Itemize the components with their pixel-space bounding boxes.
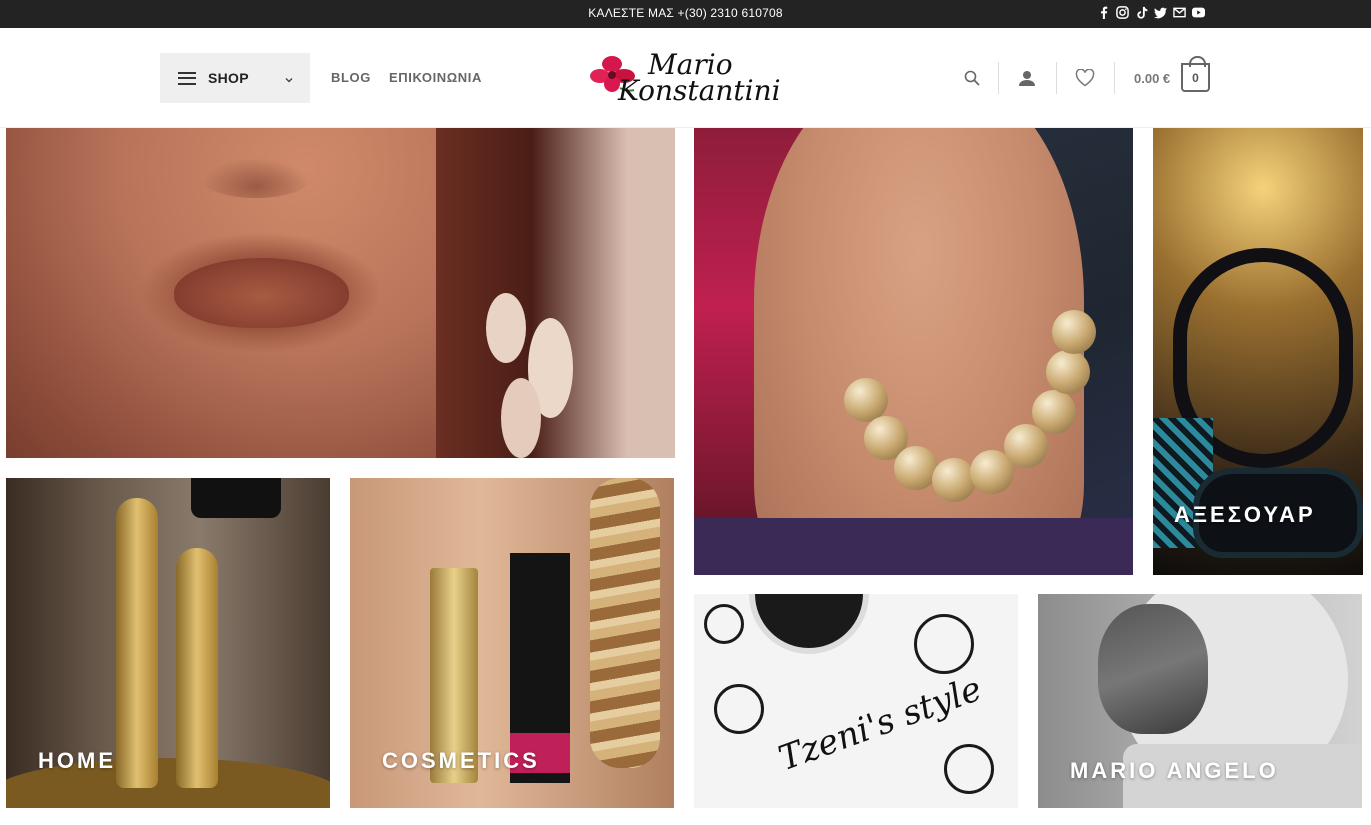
cart-total[interactable]: 0.00 € — [1134, 71, 1170, 86]
twitter-icon[interactable] — [1154, 5, 1167, 20]
nav-contact[interactable]: ΕΠΙΚΟΙΝΩΝΙΑ — [389, 70, 482, 85]
category-cosmetics-tile[interactable]: COSMETICS — [350, 478, 674, 808]
top-bar: ΚΑΛΕΣΤΕ ΜΑΣ +(30) 2310 610708 — [0, 0, 1371, 28]
header-divider — [998, 62, 999, 94]
tiktok-icon[interactable] — [1135, 5, 1148, 20]
header-divider — [1114, 62, 1115, 94]
brand-badge — [749, 594, 869, 654]
banner-earrings-image[interactable] — [6, 128, 675, 458]
brand-mario-angelo-label: MARIO ANGELO — [1070, 758, 1279, 783]
logo-text-konstantini: Konstantini — [618, 74, 781, 107]
cart-count: 0 — [1192, 70, 1199, 85]
hamburger-icon — [178, 71, 196, 85]
category-home-label: HOME — [38, 748, 116, 773]
cart-icon[interactable]: 0 — [1181, 56, 1210, 92]
envelope-icon[interactable] — [1173, 5, 1186, 20]
user-account-icon[interactable] — [1017, 68, 1037, 88]
youtube-icon[interactable] — [1192, 5, 1205, 20]
header-divider — [1056, 62, 1057, 94]
shop-label: SHOP — [208, 70, 249, 86]
instagram-icon[interactable] — [1116, 5, 1129, 20]
shop-menu-button[interactable]: SHOP — [160, 53, 310, 103]
social-icons — [1097, 5, 1205, 20]
banner-necklace-image[interactable] — [694, 128, 1133, 575]
search-icon[interactable] — [962, 68, 982, 88]
site-header: SHOP BLOG ΕΠΙΚΟΙΝΩΝΙΑ Mario Konstantini … — [0, 28, 1371, 128]
heart-wishlist-icon[interactable] — [1075, 68, 1095, 88]
category-cosmetics-label: COSMETICS — [382, 748, 540, 773]
site-logo[interactable]: Mario Konstantini — [588, 48, 788, 110]
category-accessories-tile[interactable]: ΑΞΕΣΟΥΑΡ — [1153, 128, 1363, 575]
category-accessories-label: ΑΞΕΣΟΥΑΡ — [1174, 502, 1316, 527]
chevron-down-icon — [284, 72, 294, 90]
category-home-tile[interactable]: HOME — [6, 478, 330, 808]
brand-mario-angelo-tile[interactable]: MARIO ANGELO — [1038, 594, 1362, 808]
facebook-icon[interactable] — [1097, 5, 1110, 20]
nav-blog[interactable]: BLOG — [331, 70, 371, 85]
brand-tzeni-style-tile[interactable]: Tzeni's style — [694, 594, 1018, 808]
